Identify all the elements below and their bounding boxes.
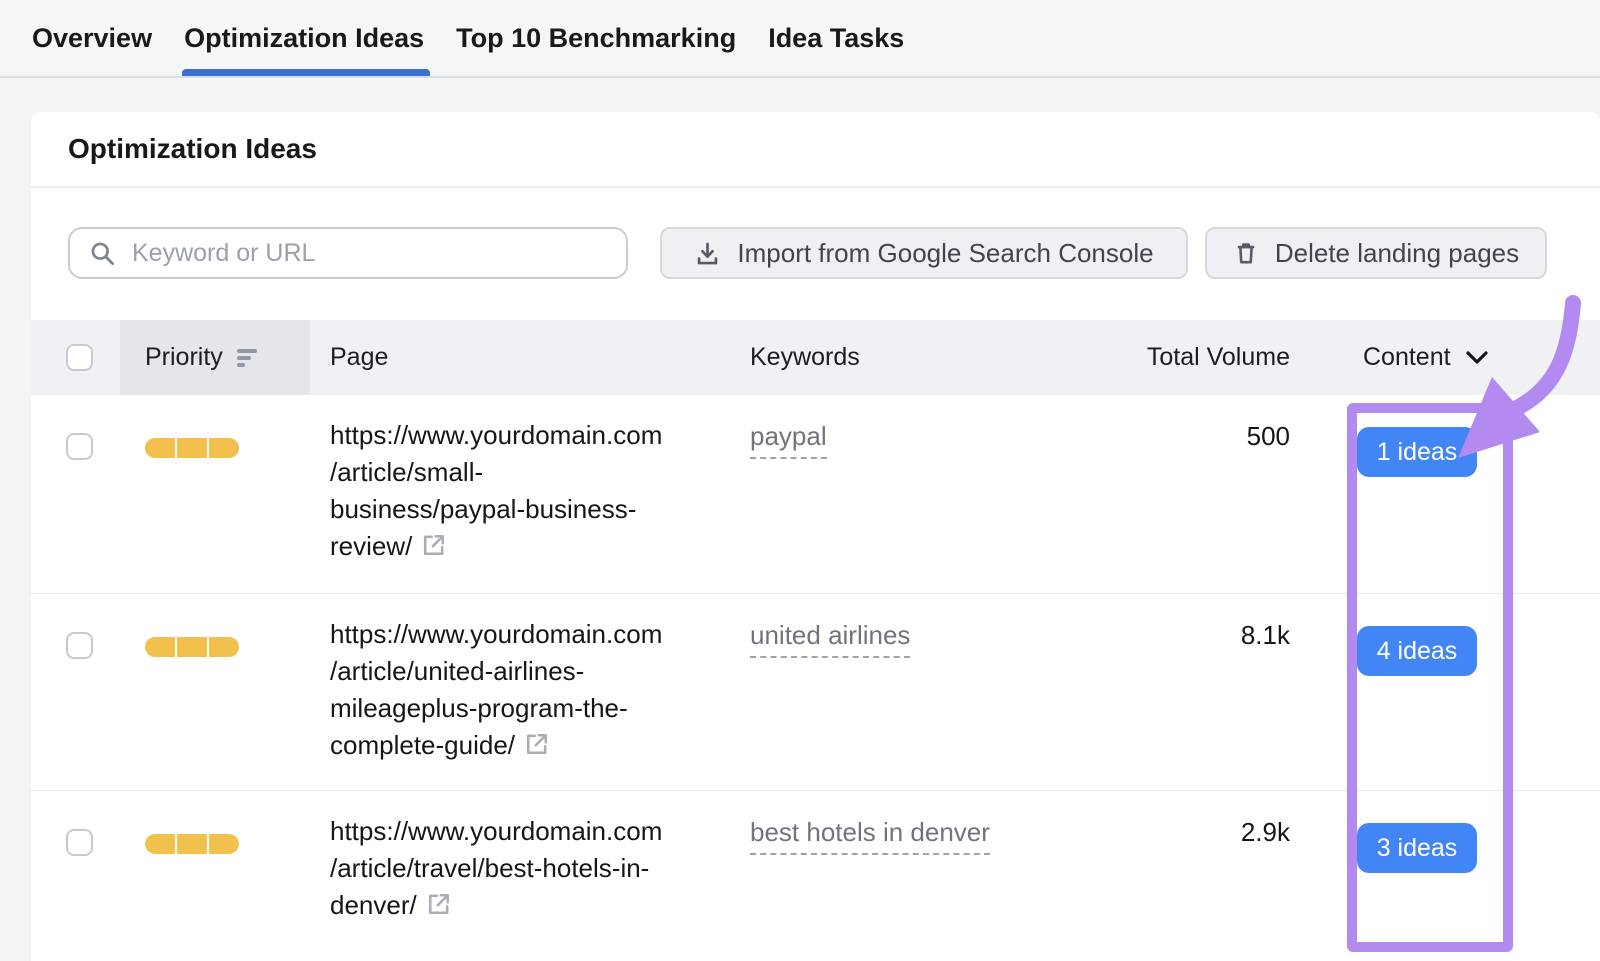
priority-indicator: [145, 637, 239, 657]
external-link-icon[interactable]: [425, 890, 453, 918]
priority-bar: [177, 834, 207, 854]
row-checkbox[interactable]: [66, 433, 93, 460]
select-all-checkbox[interactable]: [66, 344, 93, 371]
priority-bar: [209, 834, 239, 854]
keyword-link[interactable]: paypal: [750, 421, 827, 459]
page-url[interactable]: https://www.yourdomain.com /article/smal…: [330, 417, 750, 565]
optimization-ideas-panel: Optimization Ideas Import from Google Se…: [31, 112, 1600, 961]
trash-icon: [1233, 240, 1259, 266]
total-volume-value: 2.9k: [1241, 817, 1290, 848]
search-input[interactable]: [68, 227, 628, 279]
priority-bar: [145, 438, 175, 458]
ideas-button[interactable]: 3 ideas: [1357, 823, 1477, 873]
page-url[interactable]: https://www.yourdomain.com /article/unit…: [330, 616, 750, 764]
priority-indicator: [145, 438, 239, 458]
import-gsc-button[interactable]: Import from Google Search Console: [660, 227, 1188, 279]
toolbar: Import from Google Search Console Delete…: [31, 188, 1600, 320]
keyword-link[interactable]: best hotels in denver: [750, 817, 990, 855]
chevron-down-icon: [1465, 350, 1489, 366]
page-url[interactable]: https://www.yourdomain.com /article/trav…: [330, 813, 750, 924]
tab-idea-tasks[interactable]: Idea Tasks: [768, 0, 904, 76]
table-row: https://www.yourdomain.com /article/trav…: [31, 790, 1600, 961]
external-link-icon[interactable]: [420, 531, 448, 559]
priority-indicator: [145, 834, 239, 854]
panel-header: Optimization Ideas: [31, 112, 1600, 188]
keyword-link[interactable]: united airlines: [750, 620, 910, 658]
priority-bar: [177, 438, 207, 458]
search-icon: [89, 240, 116, 267]
total-volume-value: 500: [1247, 421, 1290, 452]
tab-top-10-benchmarking[interactable]: Top 10 Benchmarking: [456, 0, 736, 76]
total-volume-value: 8.1k: [1241, 620, 1290, 651]
priority-bar: [145, 834, 175, 854]
tab-overview[interactable]: Overview: [32, 0, 152, 76]
ideas-button[interactable]: 4 ideas: [1357, 626, 1477, 676]
priority-bar: [145, 637, 175, 657]
ideas-button[interactable]: 1 ideas: [1357, 427, 1477, 477]
row-checkbox[interactable]: [66, 829, 93, 856]
external-link-icon[interactable]: [523, 730, 551, 758]
priority-bar: [209, 637, 239, 657]
tab-optimization-ideas[interactable]: Optimization Ideas: [184, 0, 424, 76]
download-icon: [694, 240, 721, 267]
delete-landing-pages-button[interactable]: Delete landing pages: [1205, 227, 1547, 279]
priority-bar: [177, 637, 207, 657]
table-header-row: Priority Page Keywords Total Volume Cont…: [31, 320, 1600, 395]
search-field-wrap: [68, 227, 628, 279]
sort-descending-icon: [237, 348, 259, 367]
priority-bar: [209, 438, 239, 458]
top-tab-bar: Overview Optimization Ideas Top 10 Bench…: [0, 0, 1600, 78]
column-header-priority[interactable]: Priority: [145, 320, 259, 395]
table-row: https://www.yourdomain.com /article/unit…: [31, 593, 1600, 790]
table-row: https://www.yourdomain.com /article/smal…: [31, 395, 1600, 593]
column-header-keywords[interactable]: Keywords: [750, 320, 860, 395]
column-header-content[interactable]: Content: [1363, 320, 1489, 395]
panel-title: Optimization Ideas: [68, 133, 317, 165]
row-checkbox[interactable]: [66, 632, 93, 659]
column-header-page[interactable]: Page: [330, 320, 388, 395]
column-header-total-volume[interactable]: Total Volume: [1147, 320, 1290, 395]
